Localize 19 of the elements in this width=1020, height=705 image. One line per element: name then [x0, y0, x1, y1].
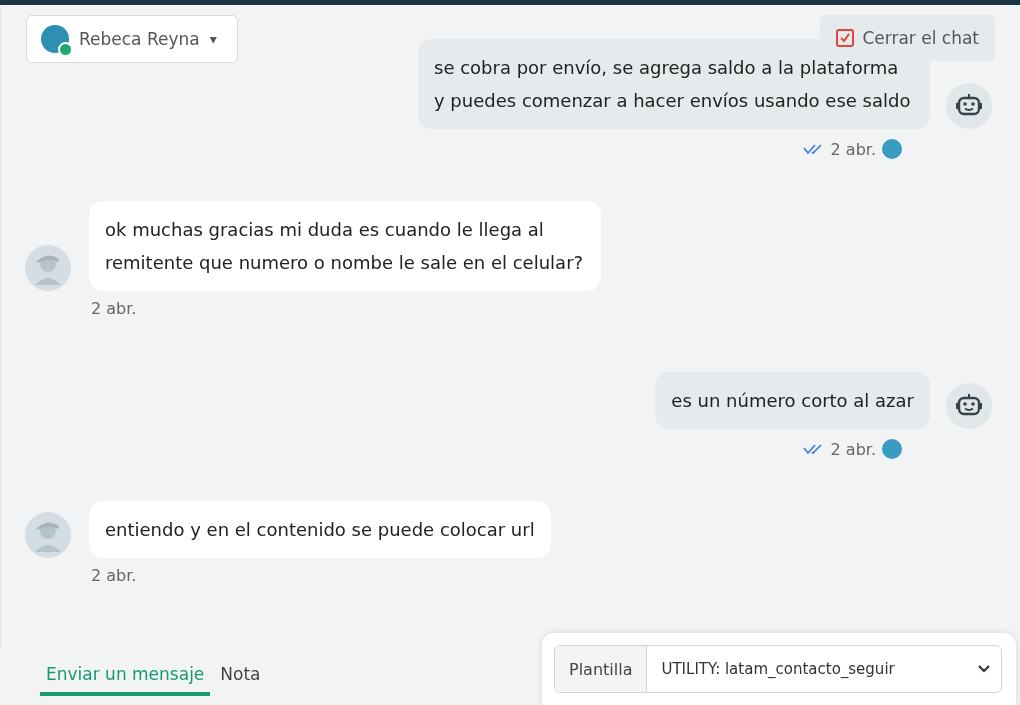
composer-tab[interactable]: Nota: [214, 648, 267, 696]
robot-avatar-icon: [946, 83, 992, 129]
message-bubble: es un número corto al azar: [655, 372, 930, 429]
message-time: 2 abr.: [830, 139, 876, 159]
template-select[interactable]: Plantilla UTILITY: latam_contacto_seguir: [554, 645, 1002, 693]
contact-dropdown[interactable]: Rebeca Reyna ▾: [26, 15, 238, 63]
message-time: 2 abr.: [91, 299, 137, 318]
user-avatar-icon: [25, 245, 71, 291]
user-avatar-icon: [25, 512, 71, 558]
template-label: Plantilla: [555, 646, 648, 692]
chevron-down-icon: [977, 664, 991, 674]
message-time: 2 abr.: [830, 439, 876, 459]
agent-avatar-icon: [882, 439, 902, 459]
agent-avatar-icon: [882, 139, 902, 159]
message-bubble: ok muchas gracias mi duda es cuando le llega al remitente que numero o nombe le sale en el celular?: [89, 201, 601, 291]
message-time: 2 abr.: [91, 566, 137, 585]
template-value: UTILITY: latam_contacto_seguir: [660, 660, 896, 678]
message-bubble: entiendo y en el contenido se puede colocar url: [89, 501, 551, 558]
robot-avatar-icon: [946, 383, 992, 429]
